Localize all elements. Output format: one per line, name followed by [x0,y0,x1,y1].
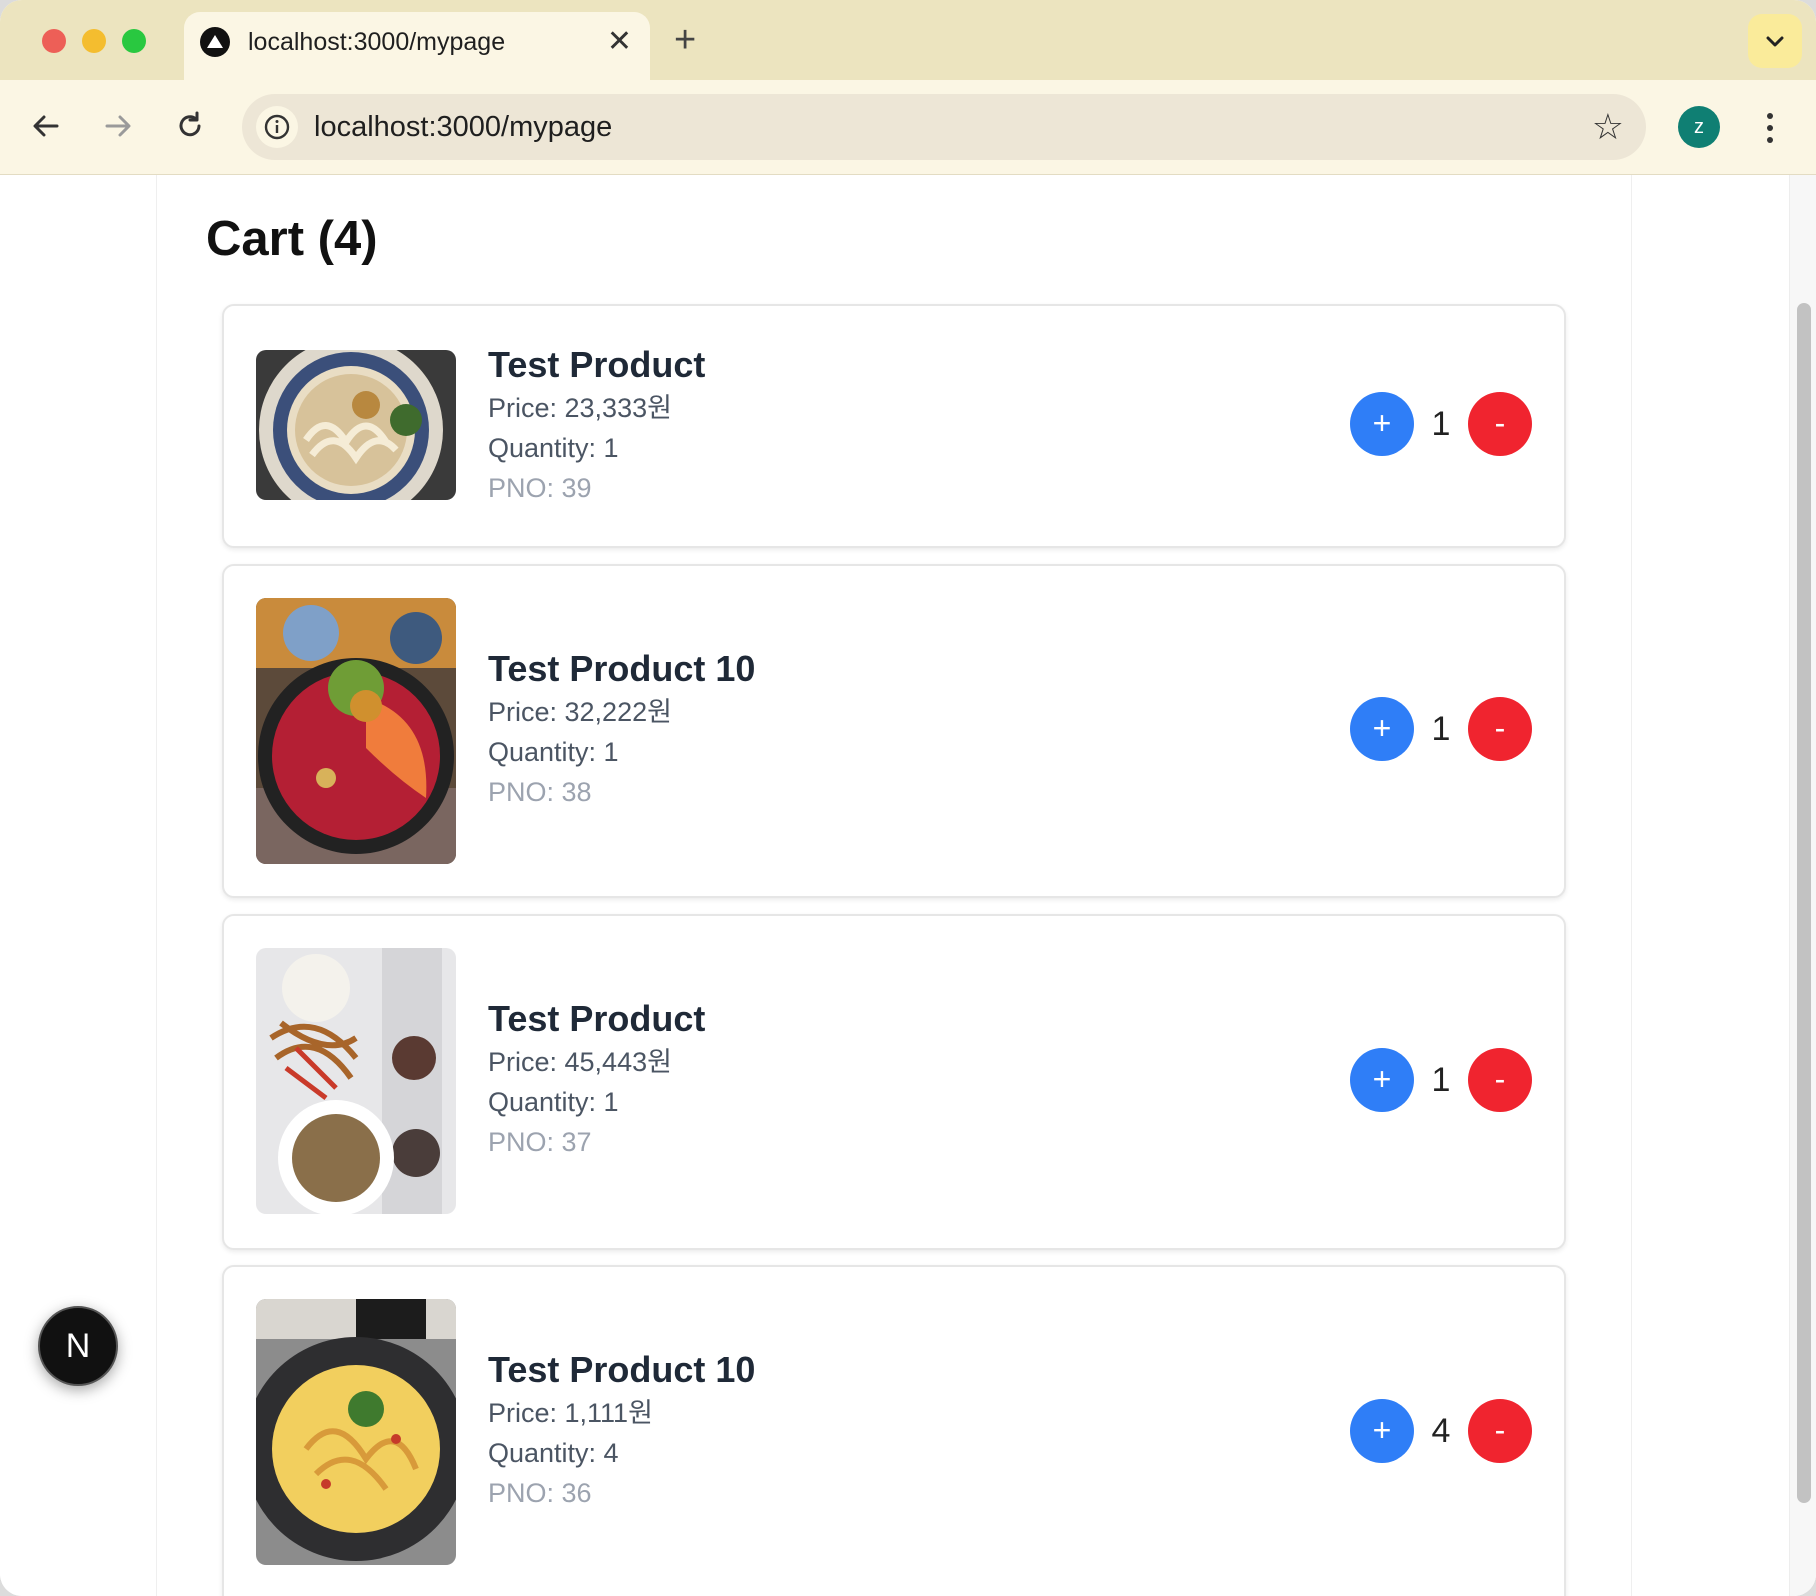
site-info-icon[interactable] [256,106,298,148]
page-viewport: Cart (4) Test Product Price: 23,333원 Qua… [0,175,1816,1596]
product-quantity: Quantity: 4 [488,1438,619,1468]
cart-title: Cart (4) [206,212,378,266]
increase-quantity-button[interactable]: + [1350,1048,1414,1112]
item-info: Test Product 10 Price: 32,222원 Quantity:… [488,646,755,812]
item-info: Test Product Price: 23,333원 Quantity: 1 … [488,342,705,508]
decrease-quantity-button[interactable]: - [1468,1048,1532,1112]
cart-item-card: Test Product Price: 45,443원 Quantity: 1 … [222,914,1566,1250]
back-button[interactable] [22,102,70,150]
decrease-quantity-button[interactable]: - [1468,697,1532,761]
bookmark-star-icon[interactable]: ☆ [1592,104,1624,150]
product-pno: PNO: 39 [488,473,592,503]
increase-quantity-button[interactable]: + [1350,697,1414,761]
cart-item-card: Test Product 10 Price: 32,222원 Quantity:… [222,564,1566,898]
arrow-right-icon [105,115,131,137]
zoom-window-button[interactable] [122,29,146,53]
product-name: Test Product [488,998,706,1039]
item-info: Test Product 10 Price: 1,111원 Quantity: … [488,1347,755,1513]
product-quantity: Quantity: 1 [488,737,619,767]
product-quantity: Quantity: 1 [488,1087,619,1117]
minimize-window-button[interactable] [82,29,106,53]
reload-icon [179,111,201,137]
product-pno: PNO: 37 [488,1127,592,1157]
quantity-controls: + 1 - [1350,1048,1532,1112]
quantity-controls: + 4 - [1350,1399,1532,1463]
info-circle-icon [264,114,290,140]
profile-avatar[interactable]: z [1678,106,1720,148]
increase-quantity-button[interactable]: + [1350,1399,1414,1463]
product-name: Test Product [488,344,706,385]
cart-item-card: Test Product 10 Price: 1,111원 Quantity: … [222,1265,1566,1596]
product-image [256,598,456,864]
tab-close-icon[interactable]: ✕ [607,22,632,62]
close-window-button[interactable] [42,29,66,53]
vertical-scrollbar[interactable] [1789,175,1816,1596]
product-image [256,948,456,1214]
quantity-controls: + 1 - [1350,392,1532,456]
address-bar[interactable]: localhost:3000/mypage ☆ [242,94,1646,160]
nextjs-dev-tools-button[interactable]: N [38,1306,118,1386]
quantity-value: 1 [1431,405,1451,443]
item-info: Test Product Price: 45,443원 Quantity: 1 … [488,996,705,1162]
quantity-value: 1 [1431,710,1451,748]
tab-strip: localhost:3000/mypage ✕ + [0,0,1816,80]
browser-toolbar: localhost:3000/mypage ☆ z [0,80,1816,175]
decrease-quantity-button[interactable]: - [1468,1399,1532,1463]
product-pno: PNO: 38 [488,777,592,807]
new-tab-button[interactable]: + [674,18,696,62]
decrease-quantity-button[interactable]: - [1468,392,1532,456]
increase-quantity-button[interactable]: + [1350,392,1414,456]
product-quantity: Quantity: 1 [488,433,619,463]
product-price: Price: 45,443원 [488,1047,672,1077]
chevron-down-icon [1766,36,1784,47]
scrollbar-thumb[interactable] [1797,303,1811,1503]
product-pno: PNO: 36 [488,1478,592,1508]
nextjs-favicon-icon [200,27,230,57]
reload-button[interactable] [166,102,214,150]
forward-button[interactable] [94,102,142,150]
product-name: Test Product 10 [488,648,756,689]
more-menu-icon[interactable] [1758,104,1782,152]
quantity-value: 4 [1431,1412,1451,1450]
cart-item-card: Test Product Price: 23,333원 Quantity: 1 … [222,304,1566,548]
browser-window: localhost:3000/mypage ✕ + localhost:3000… [0,0,1816,1596]
active-tab[interactable]: localhost:3000/mypage ✕ [184,12,650,80]
product-price: Price: 1,111원 [488,1398,653,1428]
product-name: Test Product 10 [488,1349,756,1390]
product-price: Price: 23,333원 [488,393,672,423]
tab-title: localhost:3000/mypage [248,28,506,56]
quantity-value: 1 [1431,1061,1451,1099]
arrow-left-icon [33,115,59,137]
product-price: Price: 32,222원 [488,697,672,727]
quantity-controls: + 1 - [1350,697,1532,761]
product-image [256,1299,456,1565]
url-text[interactable]: localhost:3000/mypage [314,111,612,144]
tab-search-button[interactable] [1748,14,1802,68]
product-image [256,350,456,500]
